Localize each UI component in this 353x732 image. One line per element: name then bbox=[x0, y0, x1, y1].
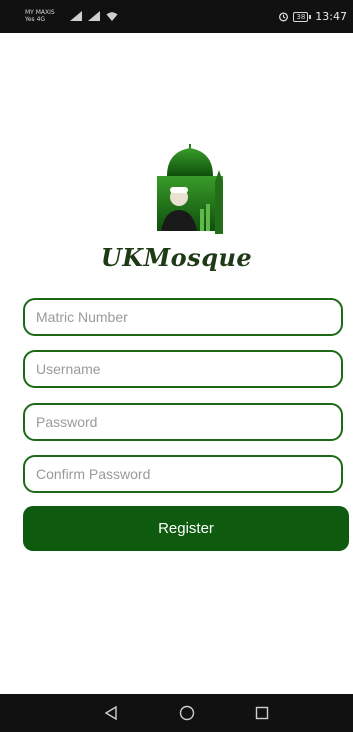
network-type: Yes 4G bbox=[25, 16, 46, 23]
recent-apps-icon bbox=[255, 706, 269, 720]
password-input[interactable]: Password bbox=[23, 403, 343, 441]
confirm-password-input[interactable]: Confirm Password bbox=[23, 455, 343, 493]
matric-number-input[interactable]: Matric Number bbox=[23, 298, 343, 336]
back-button[interactable] bbox=[100, 702, 122, 724]
alarm-icon bbox=[279, 12, 289, 22]
matric-number-placeholder: Matric Number bbox=[36, 309, 128, 325]
home-icon bbox=[179, 705, 195, 721]
signal-icon bbox=[88, 11, 100, 21]
username-placeholder: Username bbox=[36, 361, 101, 377]
username-input[interactable]: Username bbox=[23, 350, 343, 388]
navigation-bar bbox=[0, 694, 353, 732]
clock: 13:47 bbox=[315, 10, 347, 23]
wifi-icon bbox=[106, 12, 118, 21]
status-bar: MY MAXIS Yes 4G 38 13:47 bbox=[0, 0, 353, 33]
back-icon bbox=[104, 706, 117, 720]
confirm-password-placeholder: Confirm Password bbox=[36, 466, 151, 482]
recent-apps-button[interactable] bbox=[251, 702, 273, 724]
register-screen: MY MAXIS Yes 4G 38 13:47 UKMosque Matric… bbox=[0, 0, 353, 732]
mosque-logo-icon bbox=[157, 130, 223, 234]
status-right: 38 13:47 bbox=[278, 10, 347, 23]
battery-level: 38 bbox=[293, 11, 309, 22]
home-button[interactable] bbox=[176, 702, 198, 724]
app-name: UKMosque bbox=[100, 243, 253, 272]
signal-group bbox=[70, 11, 118, 21]
battery-icon: 38 bbox=[293, 11, 312, 22]
register-button[interactable]: Register bbox=[23, 506, 349, 551]
carrier-info: MY MAXIS Yes 4G bbox=[25, 9, 55, 23]
signal-icon bbox=[70, 11, 82, 21]
carrier-name: MY MAXIS bbox=[25, 9, 55, 16]
password-placeholder: Password bbox=[36, 414, 98, 430]
